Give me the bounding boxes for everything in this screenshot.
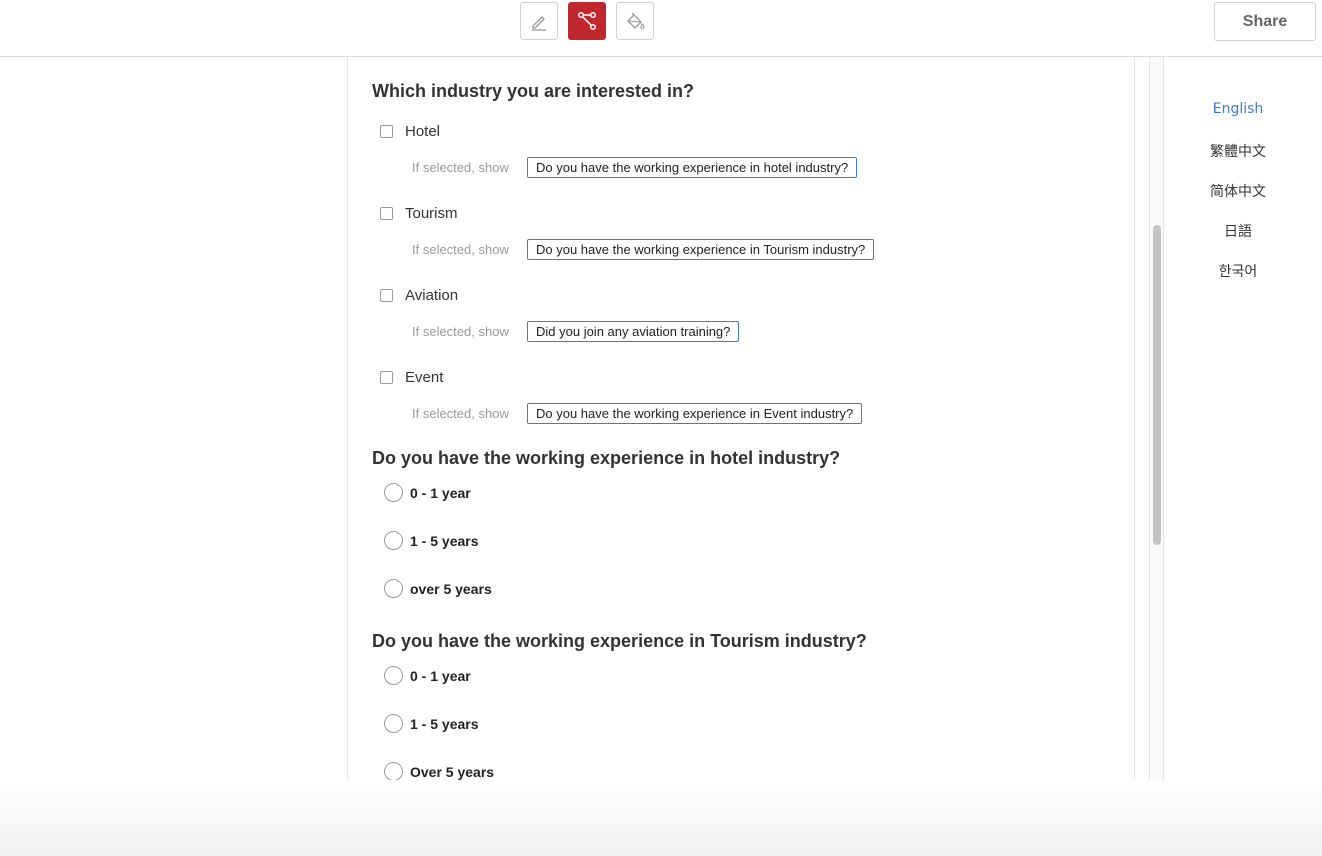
language-panel: English 繁體中文 简体中文 日語 한국어 (1164, 57, 1322, 780)
checkbox[interactable] (380, 125, 393, 138)
radio-option[interactable]: over 5 years (384, 579, 492, 598)
option-label: Over 5 years (410, 763, 495, 780)
checkbox-option-tourism[interactable]: Tourism (380, 205, 458, 222)
radio-option[interactable]: 1 - 5 years (384, 714, 479, 733)
question-title: Which industry you are interested in? (372, 81, 695, 101)
language-option-simplified-chinese[interactable]: 简体中文 (1164, 181, 1312, 201)
checkbox[interactable] (380, 371, 393, 384)
language-option-japanese[interactable]: 日語 (1164, 221, 1312, 241)
option-label: 0 - 1 year (410, 667, 471, 684)
question-title: Do you have the working experience in To… (372, 631, 867, 651)
condition-row: If selected, show Do you have the workin… (412, 403, 863, 424)
option-label: 0 - 1 year (410, 484, 471, 501)
condition-row: If selected, show Do you have the workin… (412, 157, 858, 178)
logic-mode-button[interactable] (568, 2, 606, 40)
condition-label: If selected, show (412, 242, 509, 257)
radio-button[interactable] (384, 762, 403, 780)
checkbox-option-hotel[interactable]: Hotel (380, 123, 440, 140)
language-option-korean[interactable]: 한국어 (1164, 261, 1312, 281)
option-label: Aviation (405, 287, 459, 304)
option-label: 1 - 5 years (410, 532, 479, 549)
radio-option[interactable]: 1 - 5 years (384, 531, 479, 550)
scrollbar[interactable] (1149, 57, 1164, 780)
option-label: Hotel (405, 123, 441, 140)
top-toolbar: Share (0, 0, 1322, 57)
checkbox[interactable] (380, 207, 393, 220)
radio-button[interactable] (384, 531, 403, 550)
condition-row: If selected, show Do you have the workin… (412, 239, 875, 260)
language-option-english[interactable]: English (1164, 101, 1312, 117)
condition-label: If selected, show (412, 160, 509, 175)
form-canvas: Which industry you are interested in? Ho… (347, 57, 1135, 780)
radio-option[interactable]: 0 - 1 year (384, 483, 471, 502)
logic-branch-icon (577, 11, 597, 31)
radio-option[interactable]: 0 - 1 year (384, 666, 471, 685)
radio-button[interactable] (384, 483, 403, 502)
checkbox[interactable] (380, 289, 393, 302)
condition-label: If selected, show (412, 324, 509, 339)
radio-button[interactable] (384, 714, 403, 733)
checkbox-option-event[interactable]: Event (380, 369, 443, 386)
condition-target-tag[interactable]: Did you join any aviation training? (527, 321, 740, 342)
theme-mode-button[interactable] (616, 2, 654, 40)
condition-target-tag[interactable]: Do you have the working experience in ho… (527, 157, 858, 178)
question-title: Do you have the working experience in ho… (372, 448, 841, 468)
condition-target-tag[interactable]: Do you have the working experience in Ev… (527, 403, 863, 424)
option-label: 1 - 5 years (410, 715, 479, 732)
condition-label: If selected, show (412, 406, 509, 421)
option-label: over 5 years (410, 580, 492, 597)
condition-row: If selected, show Did you join any aviat… (412, 321, 740, 342)
radio-button[interactable] (384, 666, 403, 685)
radio-option[interactable]: Over 5 years (384, 762, 494, 780)
bottom-area (0, 780, 1322, 856)
condition-target-tag[interactable]: Do you have the working experience in To… (527, 239, 875, 260)
paint-bucket-icon (627, 12, 645, 29)
radio-button[interactable] (384, 579, 403, 598)
language-option-traditional-chinese[interactable]: 繁體中文 (1164, 141, 1312, 161)
scrollbar-thumb[interactable] (1153, 225, 1161, 545)
edit-mode-button[interactable] (520, 2, 558, 40)
main-area: Which industry you are interested in? Ho… (0, 57, 1322, 780)
pencil-icon (532, 16, 546, 31)
share-button[interactable]: Share (1214, 2, 1316, 41)
option-label: Event (405, 369, 444, 386)
option-label: Tourism (405, 205, 458, 222)
checkbox-option-aviation[interactable]: Aviation (380, 287, 458, 304)
